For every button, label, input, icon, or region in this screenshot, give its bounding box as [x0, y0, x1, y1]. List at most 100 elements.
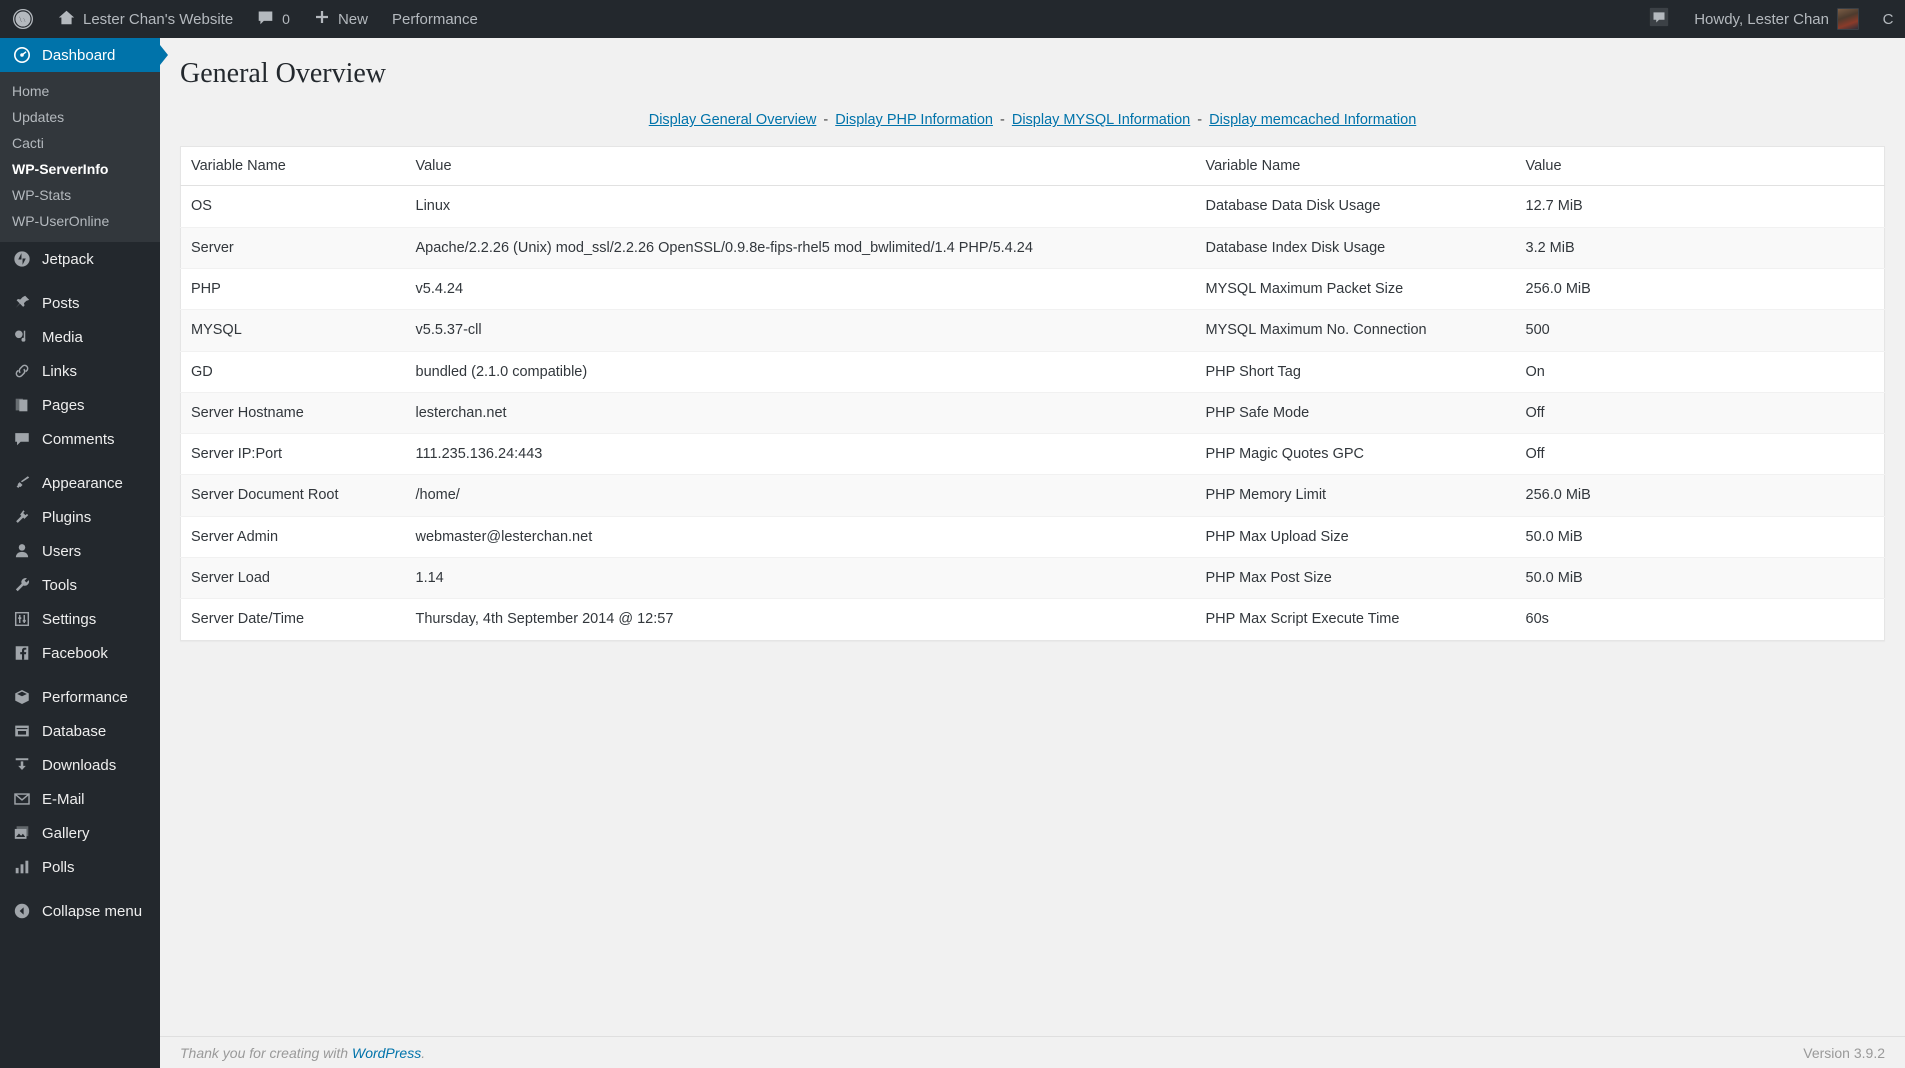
jetpack-icon: [12, 249, 32, 269]
cell-value-left: bundled (2.1.0 compatible): [405, 350, 1196, 393]
sidebar-item-label: Settings: [42, 610, 97, 628]
sidebar-item-label: Users: [42, 542, 82, 560]
sidebar-item-label: Database: [42, 722, 107, 740]
sidebar-item-comments[interactable]: Comments: [0, 422, 160, 456]
performance-cube-icon: [12, 687, 32, 707]
cell-variable-name-right: Database Index Disk Usage: [1195, 226, 1516, 269]
sidebar-item-dashboard[interactable]: Dashboard: [0, 38, 168, 72]
comment-bubble-icon: [257, 9, 274, 30]
table-row: Server IP:Port 111.235.136.24:443 PHP Magi…: [180, 433, 1885, 475]
nav-separator: -: [823, 112, 829, 129]
sidebar-item-label: Polls: [42, 858, 75, 876]
menu-separator: [0, 884, 160, 894]
site-name-menu[interactable]: Lester Chan's Website: [46, 0, 245, 38]
submenu-item-updates[interactable]: Updates: [0, 104, 160, 130]
main-content: General Overview Display General Overvie…: [160, 38, 1905, 1068]
performance-label: Performance: [391, 10, 478, 28]
cell-variable-name-right: PHP Short Tag: [1195, 350, 1516, 393]
wordpress-logo-menu[interactable]: W: [0, 0, 46, 38]
sidebar-item-tools[interactable]: Tools: [0, 568, 160, 602]
submenu-item-wp-useronline[interactable]: WP-UserOnline: [0, 208, 160, 234]
sidebar-item-pages[interactable]: Pages: [0, 388, 160, 422]
sidebar-item-label: Dashboard: [42, 46, 116, 64]
sidebar-item-polls[interactable]: Polls: [0, 850, 160, 884]
bar-chart-icon: [12, 857, 32, 877]
admin-bar-right: Howdy, Lester Chan C: [1636, 0, 1905, 38]
table-row: OS Linux Database Data Disk Usage 12.7 MiB: [180, 185, 1885, 228]
cell-value-right: 50.0 MiB: [1515, 515, 1885, 558]
cell-variable-name-left: MYSQL: [180, 309, 406, 352]
menu-separator: [0, 276, 160, 286]
table-head: Variable Name Value Variable Name Value: [180, 146, 1885, 187]
cell-variable-name-left: Server Load: [180, 557, 406, 599]
sidebar-item-gallery[interactable]: Gallery: [0, 816, 160, 850]
link-display-mysql-information[interactable]: Display MYSQL Information: [1012, 112, 1190, 128]
submenu-item-wp-serverinfo[interactable]: WP-ServerInfo: [0, 156, 160, 182]
cell-value-left: /home/: [405, 474, 1196, 517]
pin-icon: [12, 293, 32, 313]
footer-thanks-prefix: Thank you for creating with: [180, 1044, 352, 1061]
admin-bar: W Lester Chan's Website 0 New Performanc…: [0, 0, 1905, 38]
submenu-item-wp-stats[interactable]: WP-Stats: [0, 182, 160, 208]
sidebar-item-email[interactable]: E-Mail: [0, 782, 160, 816]
cell-value-left: v5.5.37-cll: [405, 309, 1196, 352]
cell-value-right: Off: [1515, 433, 1885, 475]
link-display-memcached-information[interactable]: Display memcached Information: [1209, 112, 1416, 128]
cell-value-right: 60s: [1515, 598, 1885, 641]
column-header-variable-name-right: Variable Name: [1195, 146, 1516, 187]
cell-value-right: On: [1515, 350, 1885, 393]
sidebar-item-users[interactable]: Users: [0, 534, 160, 568]
link-display-general-overview[interactable]: Display General Overview: [649, 112, 817, 128]
sidebar-item-database[interactable]: Database: [0, 714, 160, 748]
comments-menu[interactable]: 0: [245, 0, 302, 38]
table-header-row: Variable Name Value Variable Name Value: [180, 146, 1885, 187]
sidebar-item-jetpack[interactable]: Jetpack: [0, 242, 160, 276]
table-row: Server Hostname lesterchan.net PHP Safe Mo…: [180, 391, 1885, 434]
svg-text:W: W: [18, 15, 28, 26]
cell-variable-name-left: GD: [180, 350, 406, 393]
cell-variable-name-right: MYSQL Maximum No. Connection: [1195, 309, 1516, 352]
new-content-menu[interactable]: New: [302, 0, 380, 38]
sliders-icon: [12, 609, 32, 629]
gallery-icon: [12, 823, 32, 843]
cell-variable-name-left: Server Date/Time: [180, 598, 406, 641]
sidebar-item-links[interactable]: Links: [0, 354, 160, 388]
cell-value-left: v5.4.24: [405, 267, 1196, 310]
cell-value-left: 1.14: [405, 557, 1196, 599]
comment-bubble-icon: [1648, 6, 1670, 32]
table-row: Server Document Root/home/PHP Memory Lim…: [180, 474, 1885, 517]
footer-wordpress-link[interactable]: WordPress: [352, 1045, 421, 1061]
sidebar-item-facebook[interactable]: Facebook: [0, 636, 160, 670]
dashboard-icon: [12, 45, 32, 65]
submenu-item-cacti[interactable]: Cacti: [0, 130, 160, 156]
sidebar-item-plugins[interactable]: Plugins: [0, 500, 160, 534]
wordpress-logo-icon: W: [12, 8, 34, 30]
admin-sidebar-menu: Dashboard Home Updates Cacti WP-ServerIn…: [0, 38, 168, 1068]
sidebar-item-downloads[interactable]: Downloads: [0, 748, 160, 782]
sidebar-item-media[interactable]: Media: [0, 320, 160, 354]
my-account-menu[interactable]: Howdy, Lester Chan: [1682, 0, 1871, 38]
cell-variable-name-right: PHP Max Post Size: [1195, 557, 1516, 599]
cell-variable-name-left: PHP: [180, 267, 406, 310]
table-body: OS Linux Database Data Disk Usage 12.7 MiB S…: [180, 185, 1885, 641]
performance-menu[interactable]: Performance: [380, 0, 490, 38]
site-name-label: Lester Chan's Website: [83, 10, 234, 28]
sidebar-item-settings[interactable]: Settings: [0, 602, 160, 636]
sidebar-item-posts[interactable]: Posts: [0, 286, 160, 320]
sidebar-item-collapse-menu[interactable]: Collapse menu: [0, 894, 160, 928]
cell-variable-name-right: PHP Memory Limit: [1195, 474, 1516, 517]
table-row: Server Admin webmaster@lesterchan.net PHP …: [180, 515, 1885, 558]
notifications-menu[interactable]: [1636, 0, 1682, 38]
sidebar-item-appearance[interactable]: Appearance: [0, 466, 160, 500]
sidebar-item-label: Tools: [42, 576, 78, 594]
sidebar-item-label: Plugins: [42, 508, 92, 526]
howdy-label: Howdy, Lester Chan: [1694, 10, 1829, 28]
admin-bar-edge-item[interactable]: C: [1871, 0, 1905, 38]
link-display-php-information[interactable]: Display PHP Information: [835, 112, 993, 128]
cell-value-left: Linux: [405, 185, 1196, 228]
plugin-icon: [12, 507, 32, 527]
user-icon: [12, 541, 32, 561]
sidebar-item-performance[interactable]: Performance: [0, 680, 160, 714]
submenu-item-home[interactable]: Home: [0, 78, 160, 104]
table-row: Server Load 1.14 PHP Max Post Size 50.0 MiB: [180, 557, 1885, 599]
